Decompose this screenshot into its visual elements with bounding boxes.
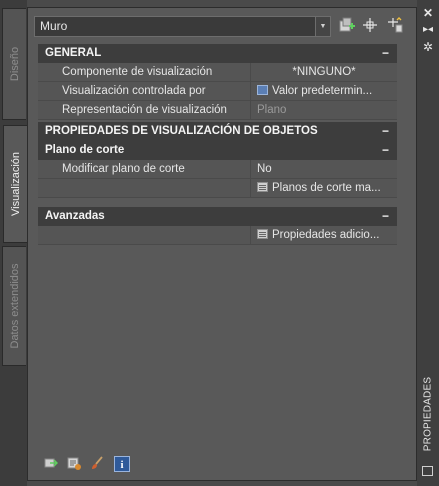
palette-title: PROPIEDADES <box>417 376 439 452</box>
property-row[interactable]: Planos de corte ma... <box>38 179 397 198</box>
collapse-general-icon[interactable]: − <box>382 44 389 62</box>
side-tab-strip: Diseño Visualización Datos extendidos <box>0 0 28 486</box>
property-value[interactable]: Valor predetermin... <box>250 82 397 100</box>
property-value[interactable]: Planos de corte ma... <box>250 179 397 197</box>
palette-title-text: PROPIEDADES <box>422 376 434 452</box>
collapse-advanced-icon[interactable]: − <box>382 207 389 225</box>
property-row[interactable]: Componente de visualización *NINGUNO* <box>38 63 397 82</box>
display-control-icon <box>257 85 268 95</box>
style-dropdown[interactable]: Muro ▼ <box>34 16 331 37</box>
property-name: Visualización controlada por <box>62 85 206 97</box>
property-name: Componente de visualización <box>62 66 213 78</box>
brush-icon[interactable] <box>89 456 105 472</box>
worksheet-icon <box>257 182 268 192</box>
property-value-text: Planos de corte ma... <box>272 182 381 194</box>
category-general-title: GENERAL <box>45 47 102 59</box>
category-object-display[interactable]: PROPIEDADES DE VISUALIZACIÓN DE OBJETOS … <box>38 122 397 141</box>
display-properties-icon[interactable] <box>66 456 82 472</box>
property-row[interactable]: Representación de visualización Plano <box>38 101 397 120</box>
tab-diseno[interactable]: Diseño <box>2 8 26 120</box>
tab-datos-extendidos[interactable]: Datos extendidos <box>2 246 26 366</box>
collapse-cut-plane-icon[interactable]: − <box>382 141 389 159</box>
property-name: Representación de visualización <box>62 104 227 116</box>
tab-diseno-label: Diseño <box>8 46 21 82</box>
add-style-icon[interactable] <box>338 17 356 35</box>
tab-visualizacion[interactable]: Visualización <box>3 125 28 243</box>
worksheet-icon <box>257 229 268 239</box>
edit-display-icon[interactable] <box>43 456 59 472</box>
properties-palette: Diseño Visualización Datos extendidos Mu… <box>0 0 439 486</box>
properties-icon[interactable] <box>422 466 433 476</box>
category-advanced-title: Avanzadas <box>45 210 105 222</box>
style-dropdown-value: Muro <box>40 19 68 33</box>
property-row[interactable]: Propiedades adicio... <box>38 226 397 245</box>
close-icon[interactable]: ✕ <box>417 6 439 20</box>
category-object-display-title: PROPIEDADES DE VISUALIZACIÓN DE OBJETOS <box>45 125 318 137</box>
select-objects-icon[interactable] <box>361 17 379 35</box>
chevron-down-icon[interactable]: ▼ <box>315 17 330 36</box>
info-icon[interactable]: i <box>114 456 130 472</box>
property-value[interactable]: *NINGUNO* <box>250 63 397 81</box>
category-cut-plane-title: Plano de corte <box>45 144 125 156</box>
property-value[interactable]: Propiedades adicio... <box>250 226 397 244</box>
palette-title-bar: ✕ ▸◂ ✲ PROPIEDADES <box>417 0 439 486</box>
category-cut-plane[interactable]: Plano de corte − <box>38 141 397 160</box>
collapse-object-display-icon[interactable]: − <box>382 122 389 140</box>
property-value[interactable]: No <box>250 160 397 178</box>
autohide-icon[interactable]: ▸◂ <box>417 23 439 37</box>
property-name: Modificar plano de corte <box>62 163 185 175</box>
tab-datos-extendidos-label: Datos extendidos <box>8 263 21 349</box>
property-value-text: Valor predetermin... <box>272 85 373 97</box>
property-value: Plano <box>250 101 397 119</box>
properties-panel: Muro ▼ GENERAL − Componente de visualiza… <box>27 7 417 481</box>
property-value-text: Propiedades adicio... <box>272 229 380 241</box>
quick-select-icon[interactable] <box>386 17 404 35</box>
settings-icon[interactable]: ✲ <box>417 40 439 54</box>
tab-visualizacion-label: Visualización <box>10 151 22 217</box>
category-advanced[interactable]: Avanzadas − <box>38 207 397 226</box>
category-general[interactable]: GENERAL − <box>38 44 397 63</box>
property-row[interactable]: Modificar plano de corte No <box>38 160 397 179</box>
property-row[interactable]: Visualización controlada por Valor prede… <box>38 82 397 101</box>
